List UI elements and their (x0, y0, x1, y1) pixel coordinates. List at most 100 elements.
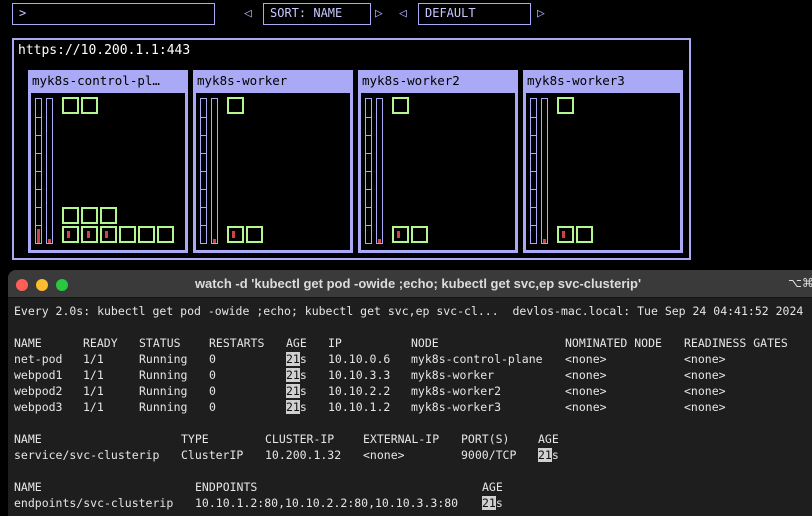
pod-age: 21s (286, 352, 307, 366)
pod-age: 21s (286, 400, 307, 414)
filter-input[interactable]: > (12, 3, 215, 25)
pod-readiness-gates: <none> (684, 384, 726, 398)
pod-box[interactable] (119, 226, 136, 243)
pod-ip: 10.10.2.2 (328, 384, 391, 398)
sort-selector[interactable]: SORT: NAME (263, 3, 371, 25)
terminal-titlebar[interactable]: watch -d 'kubectl get pod -owide ;echo; … (8, 270, 812, 298)
pod-box[interactable] (227, 97, 244, 114)
pod-box[interactable] (81, 226, 98, 243)
column-header: AGE (538, 432, 559, 446)
node-card-worker2[interactable]: myk8s-worker2 (358, 70, 518, 253)
pod-node: myk8s-control-plane (411, 352, 543, 366)
pod-readiness-gates: <none> (684, 400, 726, 414)
node-pod-area (361, 93, 515, 250)
pod-name: net-pod (14, 352, 63, 366)
pod-box[interactable] (62, 97, 79, 114)
terminal-output[interactable]: Every 2.0s: kubectl get pod -owide ;echo… (8, 299, 812, 516)
column-header: RESTARTS (209, 336, 265, 350)
node-pod-area (526, 93, 680, 250)
node-name: myk8s-worker2 (362, 73, 460, 88)
pod-ready: 1/1 (83, 400, 104, 414)
pod-ip: 10.10.0.6 (328, 352, 391, 366)
pod-box[interactable] (411, 226, 428, 243)
column-header: PORT(S) (461, 432, 510, 446)
pod-name: webpod1 (14, 368, 63, 382)
pod-node: myk8s-worker2 (411, 384, 502, 398)
pod-status: Running (139, 384, 188, 398)
sort-prev-arrow-icon[interactable]: ◁ (244, 5, 252, 23)
pod-box[interactable] (81, 97, 98, 114)
node-pod-area (196, 93, 350, 250)
node-name: myk8s-worker3 (527, 73, 625, 88)
pod-nominated-node: <none> (565, 384, 607, 398)
column-header: READINESS GATES (684, 336, 788, 350)
cpu-usage-bar (200, 98, 207, 244)
node-card-worker[interactable]: myk8s-worker (193, 70, 353, 253)
column-header: TYPE (181, 432, 209, 446)
column-header: NAME (14, 432, 42, 446)
window-title: watch -d 'kubectl get pod -owide ;echo; … (194, 276, 642, 291)
pod-nominated-node: <none> (565, 368, 607, 382)
column-header: AGE (286, 336, 307, 350)
pod-node: myk8s-worker3 (411, 400, 502, 414)
endpoints-age: 21s (482, 496, 503, 510)
column-header: AGE (482, 480, 503, 494)
column-header: IP (328, 336, 342, 350)
cpu-usage-bar (35, 98, 42, 244)
pod-restarts: 0 (209, 368, 216, 382)
table-row: webpod1 1/1 Running 0 21s 10.10.3.3 myk8… (14, 367, 726, 383)
namespace-prev-arrow-icon[interactable]: ◁ (399, 5, 407, 23)
namespace-next-arrow-icon[interactable]: ▷ (537, 5, 545, 23)
pod-nominated-node: <none> (565, 352, 607, 366)
node-name: myk8s-worker (197, 73, 288, 88)
column-header: CLUSTER-IP (265, 432, 335, 446)
column-header: READY (83, 336, 118, 350)
service-cluster-ip: 10.200.1.32 (265, 448, 342, 462)
service-type: ClusterIP (181, 448, 244, 462)
cluster-panel: https://10.200.1.1:443 myk8s-control-pl… (12, 38, 691, 260)
pod-box[interactable] (557, 97, 574, 114)
pod-status: Running (139, 368, 188, 382)
pod-restarts: 0 (209, 400, 216, 414)
table-row: net-pod 1/1 Running 0 21s 10.10.0.6 myk8… (14, 351, 726, 367)
service-ports: 9000/TCP (461, 448, 517, 462)
pod-box[interactable] (138, 226, 155, 243)
pod-box[interactable] (100, 207, 117, 224)
service-age: 21s (538, 448, 559, 462)
pod-box[interactable] (246, 226, 263, 243)
pod-ready: 1/1 (83, 368, 104, 382)
pod-box[interactable] (392, 226, 409, 243)
node-card-control-plane[interactable]: myk8s-control-pl… (28, 70, 188, 253)
pod-box[interactable] (227, 226, 244, 243)
table-row: endpoints/svc-clusterip 10.10.1.2:80,10.… (14, 495, 503, 511)
watch-header: Every 2.0s: kubectl get pod -owide ;echo… (14, 304, 804, 318)
pod-status: Running (139, 400, 188, 414)
memory-usage-bar (211, 98, 218, 244)
memory-usage-bar (46, 98, 53, 244)
sort-next-arrow-icon[interactable]: ▷ (375, 5, 383, 23)
pod-box[interactable] (557, 226, 574, 243)
pod-ready: 1/1 (83, 384, 104, 398)
pod-box[interactable] (392, 97, 409, 114)
endpoints-name: endpoints/svc-clusterip (14, 496, 174, 510)
node-card-worker3[interactable]: myk8s-worker3 (523, 70, 683, 253)
pod-readiness-gates: <none> (684, 368, 726, 382)
pod-box[interactable] (62, 207, 79, 224)
pod-box[interactable] (62, 226, 79, 243)
memory-usage-bar (541, 98, 548, 244)
pod-box[interactable] (576, 226, 593, 243)
node-pod-area (31, 93, 185, 250)
terminal-window[interactable]: watch -d 'kubectl get pod -owide ;echo; … (8, 270, 812, 516)
pod-ready: 1/1 (83, 352, 104, 366)
pod-box[interactable] (100, 226, 117, 243)
column-header: NODE (411, 336, 439, 350)
namespace-selector[interactable]: DEFAULT (418, 3, 531, 25)
keyboard-shortcut-icon: ⌥⌘ (788, 276, 812, 290)
pod-node: myk8s-worker (411, 368, 495, 382)
cluster-dashboard: > ◁ SORT: NAME ▷ ◁ DEFAULT ▷ https://10.… (0, 0, 812, 268)
node-name: myk8s-control-pl… (32, 73, 160, 88)
pod-box[interactable] (157, 226, 174, 243)
pod-ip: 10.10.3.3 (328, 368, 391, 382)
table-row: service/svc-clusterip ClusterIP 10.200.1… (14, 447, 559, 463)
pod-box[interactable] (81, 207, 98, 224)
